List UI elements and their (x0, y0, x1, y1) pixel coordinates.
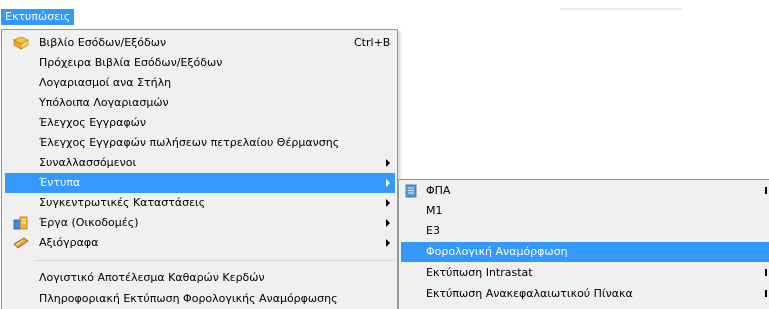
menu-item-entries-check[interactable]: Έλεγχος Εγγραφών (5, 113, 395, 133)
menu-item-label: Λογιστικό Αποτέλεσμα Καθαρών Κερδών (39, 271, 265, 284)
submenu-item-tax-adjustment[interactable]: Φορολογική Αναμόρφωση (401, 242, 769, 262)
menu-item-label: Έλεγχος Εγγραφών (39, 116, 147, 129)
menu-item-label: Συγκεντρωτικές Καταστάσεις (39, 196, 206, 209)
menu-prints[interactable]: Εκτυπώσεις (1, 9, 75, 25)
menu-item-securities[interactable]: Αξιόγραφα (5, 233, 395, 253)
menu-item-label: Πρόχειρα Βιβλία Εσόδων/Εξόδων (39, 56, 223, 69)
menu-item-tax-adjustment-info-print[interactable]: Πληροφοριακή Εκτύπωση Φορολογικής Αναμόρ… (5, 289, 395, 309)
submenu-item-label: Φορολογική Αναμόρφωση (426, 245, 568, 258)
book-icon (13, 36, 29, 50)
menu-item-forms[interactable]: Έντυπα (5, 173, 395, 193)
menu-item-draft-books[interactable]: Πρόχειρα Βιβλία Εσόδων/Εξόδων (5, 53, 395, 73)
submenu-item-vat[interactable]: ΦΠΑ (401, 181, 769, 201)
submenu-item-label: Εκτύπωση Ανακεφαλαιωτικού Πίνακα (426, 287, 633, 300)
menu-bar: Εκτυπώσεις (0, 0, 769, 28)
submenu-item-e3[interactable]: Ε3 (401, 221, 769, 241)
menu-item-projects-buildings[interactable]: Έργα (Οικοδομές) (5, 213, 395, 233)
menu-item-counterparties[interactable]: Συναλλασσόμενοι (5, 153, 395, 173)
menu-item-heating-oil-entries-check[interactable]: Έλεγχος Εγγραφών πωλήσεων πετρελαίου Θέρ… (5, 133, 395, 153)
menu-item-label: Πληροφοριακή Εκτύπωση Φορολογικής Αναμόρ… (39, 292, 338, 305)
menu-item-label: Βιβλίο Εσόδων/Εξόδων (39, 36, 167, 49)
document-icon (405, 184, 417, 198)
submenu-arrow-icon (386, 159, 390, 167)
submenu-arrow-icon (386, 219, 390, 227)
cheque-icon (13, 237, 29, 249)
menu-item-label: Αξιόγραφα (39, 236, 99, 249)
shortcut-label: Ctrl+B (354, 36, 391, 49)
menu-item-accounts-by-column[interactable]: Λογαριασμοί ανα Στήλη (5, 73, 395, 93)
submenu-item-recap-table[interactable]: Εκτύπωση Ανακεφαλαιωτικού Πίνακα (401, 284, 769, 304)
menu-item-income-expense-book[interactable]: Βιβλίο Εσόδων/Εξόδων Ctrl+B (5, 33, 395, 53)
menu-separator (35, 260, 395, 261)
submenu-item-m1[interactable]: Μ1 (401, 201, 769, 221)
submenu-arrow-icon (386, 179, 390, 187)
menu-item-account-balances[interactable]: Υπόλοιπα Λογαριασμών (5, 93, 395, 113)
menu-item-net-profit-result[interactable]: Λογιστικό Αποτέλεσμα Καθαρών Κερδών (5, 268, 395, 288)
menu-item-label: Υπόλοιπα Λογαριασμών (39, 96, 169, 109)
menu-item-label: Συναλλασσόμενοι (39, 156, 137, 169)
forms-submenu: ΦΠΑ Μ1 Ε3 Φορολογική Αναμόρφωση Εκτύπωση… (398, 179, 769, 309)
submenu-item-label: ΦΠΑ (426, 184, 451, 197)
submenu-arrow-icon (386, 199, 390, 207)
truncated-arrow-icon (765, 290, 767, 297)
truncated-arrow-icon (765, 187, 767, 194)
truncated-arrow-icon (765, 269, 767, 276)
submenu-item-label: Εκτύπωση Intrastat (426, 266, 533, 279)
submenu-item-label: Μ1 (426, 204, 443, 217)
toolbar-divider (560, 8, 682, 10)
menu-item-label: Λογαριασμοί ανα Στήλη (39, 76, 172, 89)
menu-item-label: Έργα (Οικοδομές) (39, 216, 139, 229)
prints-dropdown-menu: Βιβλίο Εσόδων/Εξόδων Ctrl+B Πρόχειρα Βιβ… (1, 29, 398, 309)
submenu-item-label: Ε3 (426, 224, 440, 237)
menu-item-label: Έλεγχος Εγγραφών πωλήσεων πετρελαίου Θέρ… (39, 136, 340, 149)
menu-item-summary-statements[interactable]: Συγκεντρωτικές Καταστάσεις (5, 193, 395, 213)
buildings-icon (13, 216, 28, 230)
submenu-arrow-icon (386, 239, 390, 247)
menu-item-label: Έντυπα (39, 176, 81, 189)
submenu-item-intrastat[interactable]: Εκτύπωση Intrastat (401, 263, 769, 283)
screen: Εκτυπώσεις Βιβλίο Εσόδων/Εξόδων Ctrl+B Π… (0, 0, 769, 309)
